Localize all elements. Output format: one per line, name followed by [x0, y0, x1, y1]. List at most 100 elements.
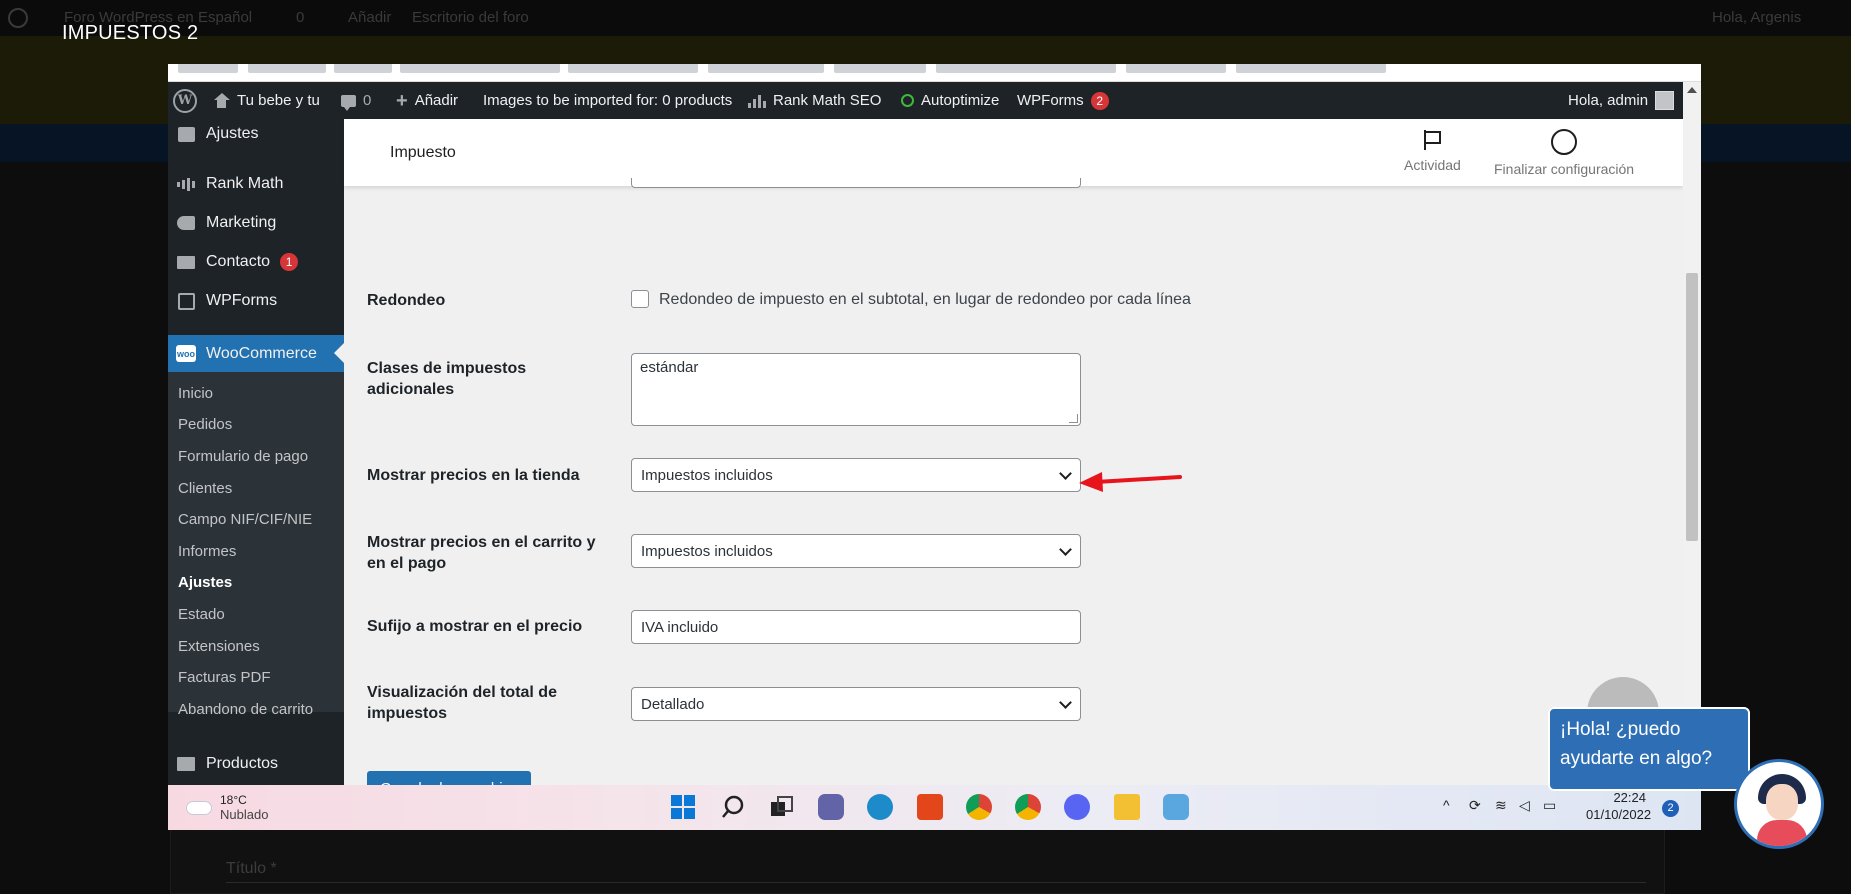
- cart-prices-select[interactable]: Impuestos incluidos: [631, 534, 1081, 568]
- submenu-item-clientes[interactable]: Clientes: [178, 480, 232, 497]
- admin-greeting: Hola, admin: [1568, 92, 1649, 109]
- megaphone-icon: [176, 215, 196, 232]
- submenu-item-extensiones[interactable]: Extensiones: [178, 638, 260, 655]
- rank-math-menu[interactable]: Rank Math SEO: [748, 82, 881, 119]
- shop-prices-select[interactable]: Impuestos incluidos: [631, 458, 1081, 492]
- submenu-item-pedidos[interactable]: Pedidos: [178, 416, 232, 433]
- chevron-down-icon: [1059, 696, 1072, 709]
- tax-total-select[interactable]: Detallado: [631, 687, 1081, 721]
- rank-math-label: Rank Math SEO: [773, 92, 882, 109]
- price-suffix-value: IVA incluido: [641, 618, 719, 636]
- price-suffix-input[interactable]: IVA incluido: [631, 610, 1081, 644]
- scroll-up-icon[interactable]: [1687, 87, 1697, 93]
- flag-icon: [1422, 129, 1442, 151]
- discord-icon[interactable]: [1064, 794, 1090, 820]
- chevron-down-icon: [1059, 543, 1072, 556]
- rank-math-icon: [748, 93, 766, 108]
- edge-icon[interactable]: [867, 794, 893, 820]
- background-comments-count: 0: [296, 9, 305, 26]
- start-icon[interactable]: [670, 794, 696, 820]
- background-wordpress-icon: [8, 8, 28, 28]
- chat-message-line: ¡Hola! ¿puedo: [1560, 719, 1681, 740]
- sidebar-item-settings[interactable]: Ajustes: [168, 116, 344, 152]
- add-new-menu[interactable]: + Añadir: [396, 82, 458, 119]
- sync-icon[interactable]: ⟳: [1469, 797, 1481, 814]
- comment-icon: [341, 94, 356, 111]
- rounding-checkbox-label[interactable]: Redondeo de impuesto en el subtotal, en …: [659, 291, 1191, 309]
- sidebar-item-label: Contacto: [206, 253, 271, 270]
- background-field-title: Título *: [226, 860, 277, 877]
- activity-button[interactable]: Actividad: [1404, 129, 1461, 173]
- submenu-item-inicio[interactable]: Inicio: [178, 385, 213, 402]
- mail-icon: [176, 254, 196, 271]
- finish-setup-button[interactable]: Finalizar configuración: [1494, 129, 1634, 177]
- wpforms-menu[interactable]: WPForms 2: [1017, 82, 1109, 119]
- sidebar-item-label: Productos: [206, 755, 279, 772]
- chat-app-icon[interactable]: [818, 794, 844, 820]
- sidebar-item-woocommerce[interactable]: woo WooCommerce: [168, 335, 344, 372]
- submenu-item-estado[interactable]: Estado: [178, 606, 225, 623]
- wifi-icon[interactable]: ≋: [1495, 797, 1507, 814]
- wordpress-logo-button[interactable]: W: [173, 82, 197, 119]
- import-notice-link[interactable]: Images to be imported for: 0 products: [483, 82, 732, 119]
- windows-taskbar: 18°C Nublado ^ ⟳ ≋ ◁ ▭ 22:24 01/10/2022 …: [168, 785, 1701, 830]
- additional-classes-textarea[interactable]: estándar: [631, 353, 1081, 426]
- avatar-body: [1757, 820, 1807, 846]
- chrome-profile-icon[interactable]: [1015, 794, 1041, 820]
- avatar: [1655, 91, 1675, 110]
- paint-icon[interactable]: [1163, 794, 1189, 820]
- battery-icon[interactable]: ▭: [1543, 797, 1556, 814]
- submenu-item-formulario-pago[interactable]: Formulario de pago: [178, 448, 308, 465]
- autoptimize-menu[interactable]: Autoptimize: [901, 82, 999, 119]
- shop-prices-value: Impuestos incluidos: [641, 466, 773, 484]
- rounding-checkbox[interactable]: [631, 290, 649, 308]
- office-icon[interactable]: [917, 794, 943, 820]
- home-icon: [213, 93, 230, 108]
- woo-icon: woo: [176, 345, 196, 362]
- scrollbar-thumb[interactable]: [1686, 273, 1698, 541]
- cloud-icon: [186, 800, 212, 815]
- sidebar-item-marketing[interactable]: Marketing: [168, 205, 344, 241]
- chat-avatar-button[interactable]: [1734, 759, 1824, 849]
- background-dashboard-link: Escritorio del foro: [412, 9, 529, 26]
- site-name-link[interactable]: Tu bebe y tu: [213, 82, 320, 119]
- sidebar-item-products[interactable]: Productos: [168, 746, 344, 782]
- sidebar-item-label: Rank Math: [206, 175, 284, 192]
- sidebar-item-label: Marketing: [206, 214, 277, 231]
- cart-prices-value: Impuestos incluidos: [641, 542, 773, 560]
- volume-icon[interactable]: ◁: [1519, 797, 1530, 814]
- status-ring-icon: [901, 94, 914, 107]
- weather-widget[interactable]: 18°C Nublado: [186, 793, 268, 822]
- task-view-icon[interactable]: [769, 794, 795, 820]
- background-divider: [226, 882, 1646, 883]
- sidebar-item-wpforms[interactable]: WPForms: [168, 283, 344, 319]
- comments-link[interactable]: 0: [341, 82, 371, 119]
- wordpress-icon: W: [173, 88, 197, 113]
- notification-badge[interactable]: 2: [1662, 800, 1679, 817]
- submenu-item-facturas-pdf[interactable]: Facturas PDF: [178, 669, 271, 686]
- tax-settings-form: Redondeo Redondeo de impuesto en el subt…: [344, 178, 1683, 805]
- sidebar-item-contact[interactable]: Contacto 1: [168, 244, 344, 280]
- sidebar-item-rank-math[interactable]: Rank Math: [168, 166, 344, 202]
- file-explorer-icon[interactable]: [1114, 794, 1140, 820]
- submenu-item-ajustes[interactable]: Ajustes: [178, 574, 232, 591]
- account-menu[interactable]: Hola, admin: [1568, 82, 1675, 119]
- settings-icon: [176, 126, 196, 143]
- chrome-icon[interactable]: [966, 794, 992, 820]
- chat-message-line: ayudarte en algo?: [1560, 748, 1713, 769]
- resize-handle[interactable]: [1069, 414, 1078, 423]
- chat-greeting-bubble[interactable]: ¡Hola! ¿puedo ayudarte en algo?: [1548, 707, 1750, 791]
- submenu-item-informes[interactable]: Informes: [178, 543, 236, 560]
- sidebar-item-label: WooCommerce: [206, 344, 317, 362]
- background-add-link: Añadir: [348, 9, 392, 26]
- submenu-item-abandono-carrito[interactable]: Abandono de carrito: [178, 701, 313, 718]
- chevron-up-icon[interactable]: ^: [1443, 797, 1450, 813]
- temperature: 18°C: [220, 793, 247, 807]
- screenshot-frame: W Tu bebe y tu 0 + Añadir Images to be i…: [168, 64, 1701, 830]
- background-greeting: Hola, Argenis: [1712, 9, 1802, 26]
- search-icon[interactable]: [720, 794, 746, 820]
- admin-bar: W Tu bebe y tu 0 + Añadir Images to be i…: [168, 82, 1701, 119]
- submenu-item-campo-nif[interactable]: Campo NIF/CIF/NIE: [178, 511, 312, 528]
- system-clock[interactable]: 22:24 01/10/2022: [1586, 789, 1651, 823]
- chevron-down-icon: [1059, 467, 1072, 480]
